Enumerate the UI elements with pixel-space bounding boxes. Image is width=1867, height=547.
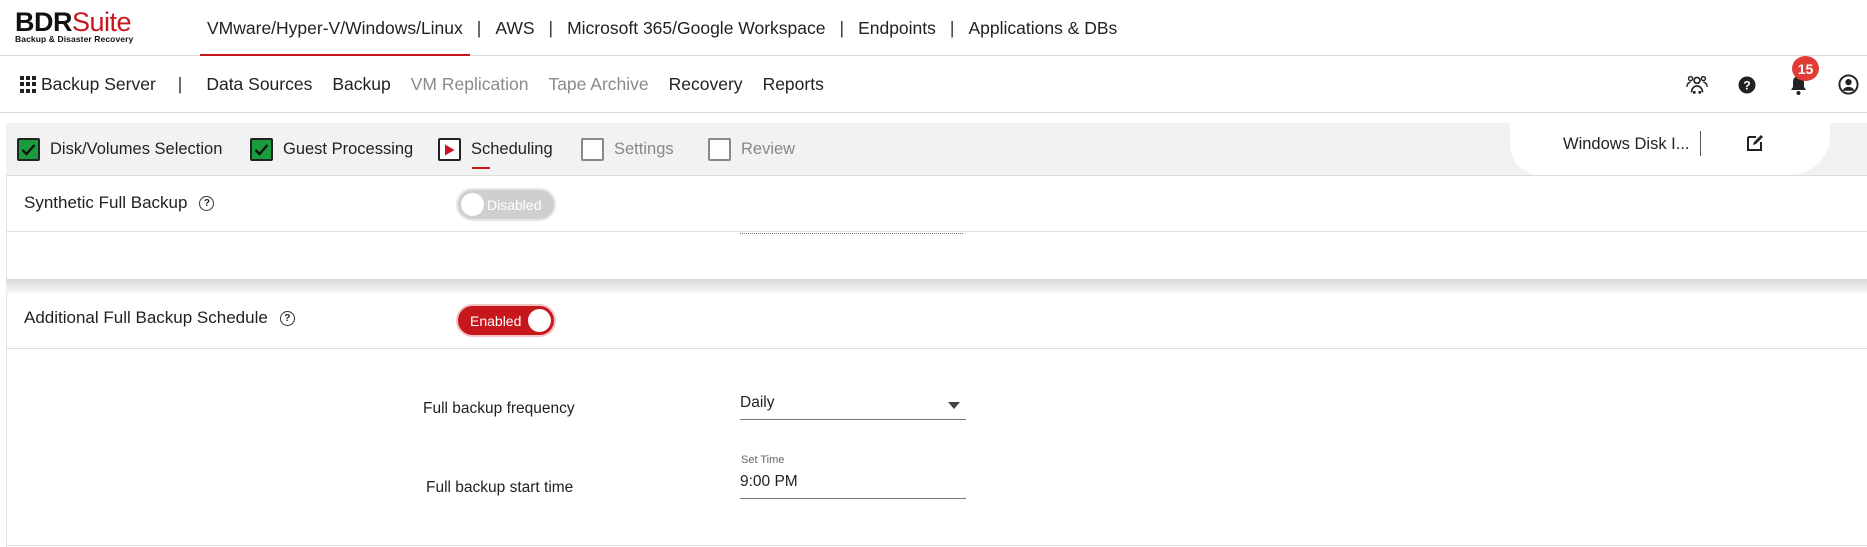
topnav-microsoft365[interactable]: Microsoft 365/Google Workspace	[560, 0, 832, 56]
topnav-separator: |	[839, 17, 845, 38]
topnav-separator: |	[548, 17, 554, 38]
nav-recovery[interactable]: Recovery	[659, 74, 753, 95]
step-settings[interactable]: Settings	[581, 123, 674, 176]
toggle-state-text: Disabled	[487, 196, 542, 213]
logo-brand-bold: BDR	[15, 7, 73, 37]
synthetic-full-backup-row: Synthetic Full Backup ?	[24, 193, 215, 213]
play-current-icon	[438, 138, 461, 161]
topnav-separator: |	[949, 17, 955, 38]
full-backup-frequency-select[interactable]: Daily	[740, 394, 966, 420]
product-nav: VMware/Hyper-V/Windows/Linux | AWS | Mic…	[200, 0, 1124, 56]
checkbox-empty-icon	[708, 138, 731, 161]
svg-text:?: ?	[1743, 79, 1750, 93]
user-icon[interactable]	[1838, 74, 1859, 95]
topnav-endpoints[interactable]: Endpoints	[851, 0, 943, 56]
chevron-down-icon	[948, 402, 960, 409]
toggle-knob	[461, 193, 484, 216]
toggle-knob	[528, 309, 551, 332]
nav-data-sources[interactable]: Data Sources	[196, 74, 322, 95]
nav-reports[interactable]: Reports	[753, 74, 834, 95]
synthetic-full-backup-toggle[interactable]: Disabled	[456, 188, 556, 221]
logo-brand-rest: Suite	[72, 7, 132, 37]
step-scheduling[interactable]: Scheduling	[438, 123, 553, 176]
additional-full-backup-label: Additional Full Backup Schedule	[24, 308, 268, 327]
topnav-applications[interactable]: Applications & DBs	[961, 0, 1124, 56]
help-circle-icon[interactable]: ?	[199, 195, 215, 211]
bdrsuite-logo[interactable]: BDRSuite Backup & Disaster Recovery	[15, 8, 133, 44]
set-time-caption: Set Time	[741, 454, 785, 466]
step-review[interactable]: Review	[708, 123, 795, 176]
apps-grid-icon[interactable]	[20, 76, 37, 93]
full-backup-start-time-label: Full backup start time	[426, 479, 574, 496]
step-label: Disk/Volumes Selection	[50, 140, 223, 158]
full-backup-start-time-input[interactable]: 9:00 PM	[740, 473, 966, 499]
nav-backup[interactable]: Backup	[322, 74, 400, 95]
step-label: Guest Processing	[283, 140, 414, 158]
toggle-state-text: Enabled	[470, 312, 522, 329]
additional-full-backup-row: Additional Full Backup Schedule ?	[24, 308, 295, 328]
active-step-underline	[472, 167, 490, 169]
checkbox-checked-icon	[250, 138, 273, 161]
topnav-separator: |	[476, 17, 482, 38]
row-divider	[6, 348, 1867, 349]
logo-tagline: Backup & Disaster Recovery	[15, 34, 134, 44]
topnav-vmware[interactable]: VMware/Hyper-V/Windows/Linux	[200, 0, 470, 56]
nav-tape-archive[interactable]: Tape Archive	[538, 74, 658, 95]
synthetic-full-backup-label: Synthetic Full Backup	[24, 193, 188, 212]
frequency-selected-value: Daily	[740, 394, 775, 411]
start-time-value: 9:00 PM	[740, 473, 798, 490]
edit-icon[interactable]	[1745, 133, 1765, 153]
users-group-icon[interactable]	[1686, 74, 1708, 96]
step-label: Scheduling	[471, 140, 553, 158]
additional-full-backup-toggle[interactable]: Enabled	[456, 304, 556, 337]
section-separator-shadow	[6, 279, 1867, 293]
step-disk-volumes[interactable]: Disk/Volumes Selection	[17, 123, 222, 176]
checkbox-checked-icon	[17, 138, 40, 161]
job-name: Windows Disk I...	[1563, 135, 1690, 153]
dotted-field-underline	[740, 233, 963, 234]
secnav-separator: |	[177, 74, 183, 94]
nav-vm-replication[interactable]: VM Replication	[401, 74, 539, 95]
notification-count-badge: 15	[1792, 56, 1819, 81]
help-circle-icon[interactable]: ?	[279, 310, 295, 326]
module-nav: Backup Server | Data Sources Backup VM R…	[40, 56, 834, 113]
topnav-aws[interactable]: AWS	[488, 0, 541, 56]
step-label: Review	[741, 140, 796, 158]
panel-bottom-border	[6, 545, 1867, 546]
job-tab-separator	[1700, 131, 1701, 156]
full-backup-frequency-label: Full backup frequency	[423, 400, 575, 417]
step-guest-processing[interactable]: Guest Processing	[250, 123, 413, 176]
secondary-navigation-bar: Backup Server | Data Sources Backup VM R…	[0, 56, 1867, 113]
top-navigation-bar: BDRSuite Backup & Disaster Recovery VMwa…	[0, 0, 1867, 56]
checkbox-empty-icon	[581, 138, 604, 161]
backup-server-menu[interactable]: Backup Server	[40, 74, 178, 95]
row-divider	[6, 231, 1867, 232]
step-label: Settings	[614, 140, 674, 158]
help-icon[interactable]: ?	[1737, 75, 1757, 95]
